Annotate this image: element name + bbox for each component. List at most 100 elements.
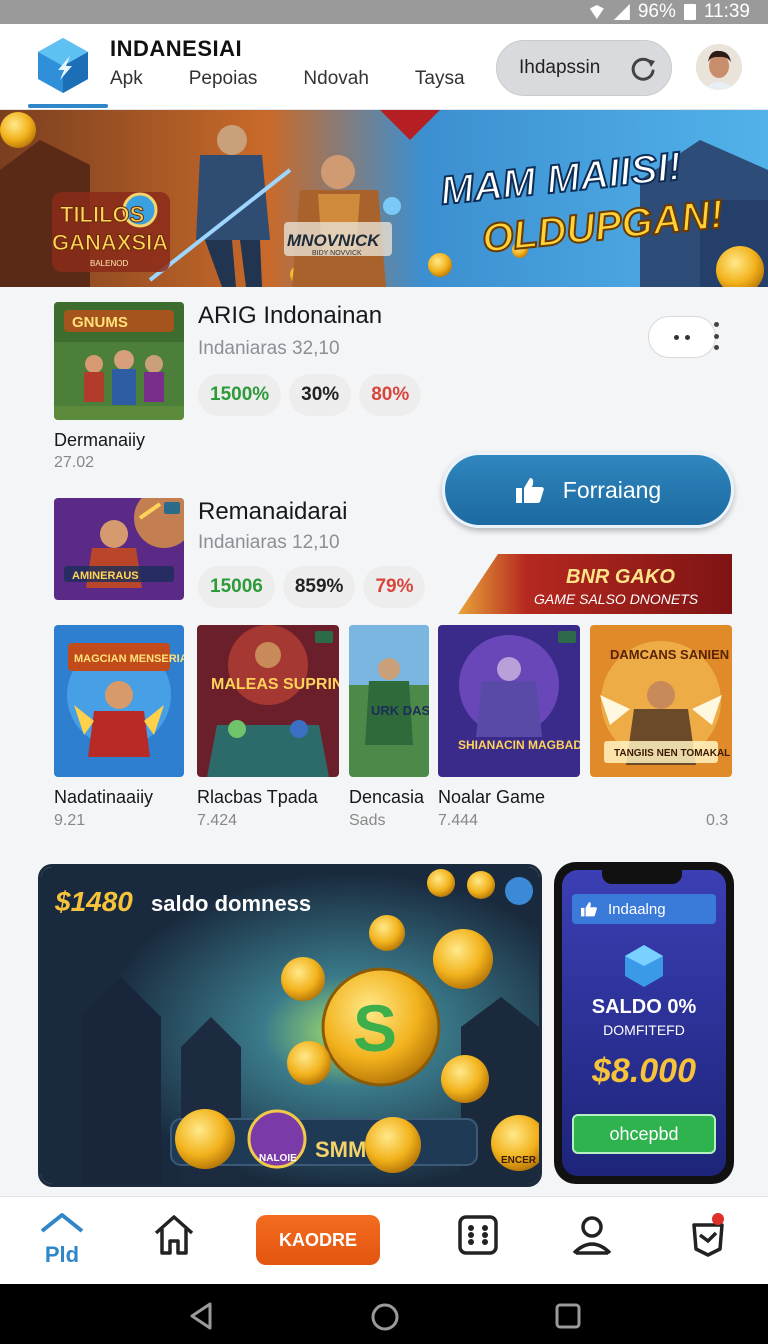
avatar[interactable] xyxy=(696,44,742,90)
game-count: 27.02 xyxy=(54,454,95,471)
phone-amount: $8.000 xyxy=(592,1052,696,1090)
game-label: Dermanaiiy xyxy=(54,430,146,450)
game-card-art: DAMCANS SANIEN TANGIIS NEN TOMAKAL xyxy=(590,625,732,777)
game-card-art: SHIANACIN MAGBADBANINT xyxy=(438,625,628,777)
svg-text:TANGIIS NEN TOMAKAL: TANGIIS NEN TOMAKAL xyxy=(614,748,730,759)
nav-cta-button[interactable]: KAODRE xyxy=(256,1215,380,1265)
phone-line-1: SALDO 0% xyxy=(591,996,697,1018)
list-item[interactable]: GNUMS ARIG Indonainan Indaniaras 32,10 1… xyxy=(54,302,474,472)
game-card-title[interactable]: Noalar Game xyxy=(438,787,545,808)
hero-banner-art: TILILOS GANAXSIA BALENOD MNOVNICK BIDY N… xyxy=(0,110,768,287)
game-card[interactable]: MAGCIAN MENSERIA Nadatinaaiiy 9.21 xyxy=(54,625,188,829)
game-grid: MAGCIAN MENSERIA Nadatinaaiiy 9.21 MALEA… xyxy=(54,625,734,835)
battery-percent: 96% xyxy=(637,1,676,22)
svg-text:AMINERAUS: AMINERAUS xyxy=(72,570,139,582)
phone-action-button[interactable]: ohcepbd xyxy=(572,1114,716,1154)
refresh-icon[interactable] xyxy=(629,55,657,83)
phone-line-2: DOMFITEFD xyxy=(603,1022,685,1038)
tab-ndovah[interactable]: Ndovah xyxy=(303,68,369,90)
stat-badge: 30% xyxy=(289,374,352,416)
stat-badge: 15006 xyxy=(198,566,275,608)
game-card-count: 0.3 xyxy=(706,812,729,829)
game-card[interactable]: MALEAS SUPRINNT Rlacbas Tpada 7.424 xyxy=(197,625,365,829)
top-tabs: Apk Pepoias Ndovah Taysa xyxy=(110,68,511,90)
phone-chip[interactable]: Indaalng xyxy=(572,894,716,924)
bag-icon[interactable] xyxy=(684,1211,732,1259)
game-card-title[interactable]: Rlacbas Tpada xyxy=(197,787,318,808)
bonus-badge-left: NALOIE xyxy=(259,1153,297,1164)
thumbs-up-icon xyxy=(581,902,597,917)
stat-badge: 859% xyxy=(282,566,356,608)
tab-apk[interactable]: Apk xyxy=(110,68,143,90)
thumbs-up-icon xyxy=(515,478,544,503)
apps-grid-icon[interactable] xyxy=(454,1211,502,1259)
kebab-menu-icon[interactable] xyxy=(714,322,720,350)
game-card-count: Sads xyxy=(349,812,386,829)
stat-badge: 1500% xyxy=(198,374,282,416)
banner-center-logo: MNOVNICK xyxy=(287,231,381,250)
game-card[interactable]: URK DASI Dencasia Sads xyxy=(349,625,434,829)
search-label: Ihdapssin xyxy=(519,57,601,78)
game-card-art: MAGCIAN MENSERIA xyxy=(54,625,188,777)
battery-icon xyxy=(683,4,696,20)
app-header: INDANESIAI Apk Pepoias Ndovah Taysa Ihda… xyxy=(0,24,768,110)
wifi-icon xyxy=(588,5,606,19)
svg-text:GNUMS: GNUMS xyxy=(72,314,128,331)
nav-home-label: Pld xyxy=(44,1242,80,1267)
app-logo-icon[interactable] xyxy=(36,36,90,94)
svg-text:S: S xyxy=(353,991,397,1065)
svg-text:SHIANACIN MAGBADBANINT: SHIANACIN MAGBADBANINT xyxy=(458,738,580,752)
tab-pepoias[interactable]: Pepoias xyxy=(189,68,258,90)
list-item[interactable]: AMINERAUS Remanaidarai Indaniaras 12,10 … xyxy=(54,498,474,608)
game-card-title[interactable]: Nadatinaaiiy xyxy=(54,787,153,808)
game-title[interactable]: Remanaidarai xyxy=(198,498,347,526)
dot-icon xyxy=(685,334,690,340)
roof-icon xyxy=(40,1213,84,1233)
profile-icon[interactable] xyxy=(568,1211,616,1259)
bonus-text: saldo domness xyxy=(151,891,311,916)
promo-tag[interactable]: BNR GAKO GAME SALSO DNONETS xyxy=(458,554,732,614)
more-options-button[interactable] xyxy=(648,316,716,358)
game-card[interactable]: DAMCANS SANIEN TANGIIS NEN TOMAKAL 0.3 xyxy=(590,625,732,829)
game-subtitle: Indaniaras 12,10 xyxy=(198,532,340,553)
game-thumbnail[interactable]: GNUMS xyxy=(54,302,184,420)
game-card-art: MALEAS SUPRINNT xyxy=(197,625,365,777)
svg-text:MALEAS SUPRINNT: MALEAS SUPRINNT xyxy=(211,676,339,693)
dot-icon xyxy=(674,334,679,340)
svg-text:URK DASI: URK DASI xyxy=(371,703,429,718)
back-icon[interactable] xyxy=(188,1302,214,1330)
promo-tag-title: BNR GAKO xyxy=(566,566,675,588)
game-title[interactable]: ARIG Indonainan xyxy=(198,302,382,330)
search-button[interactable]: Ihdapssin xyxy=(496,40,672,96)
game-card[interactable]: SHIANACIN MAGBADBANINT Noalar Game 7.444 xyxy=(438,625,628,829)
bonus-amount: $1480 xyxy=(54,886,133,917)
game-card-count: 7.444 xyxy=(438,812,479,829)
active-tab-indicator xyxy=(28,104,108,108)
game-thumbnail[interactable]: AMINERAUS xyxy=(54,498,184,600)
follow-button[interactable]: Forraiang xyxy=(442,452,734,528)
svg-text:GANAXSIA: GANAXSIA xyxy=(52,230,168,255)
game-card-count: 7.424 xyxy=(197,812,238,829)
app-screen: 96% 11:39 INDANESIAI Apk Pepoias Ndovah … xyxy=(0,0,768,1344)
hero-banner[interactable]: TILILOS GANAXSIA BALENOD MNOVNICK BIDY N… xyxy=(0,110,768,287)
bonus-badge-right: ENCER xyxy=(501,1155,537,1166)
game-card-count: 9.21 xyxy=(54,812,86,829)
phone-screen: Indaalng SALDO 0% DOMFITEFD $8.000 ohcep… xyxy=(562,870,726,1176)
status-bar: 96% 11:39 xyxy=(0,0,768,24)
tab-taysa[interactable]: Taysa xyxy=(415,68,465,90)
home-circle-icon[interactable] xyxy=(370,1302,400,1332)
nav-home-tab[interactable]: Pld xyxy=(38,1211,86,1267)
home-icon[interactable] xyxy=(150,1211,198,1259)
game-card-title[interactable]: Dencasia xyxy=(349,787,424,808)
stat-badge: 79% xyxy=(363,566,426,608)
game-stats: 1500% 30% 80% xyxy=(198,374,422,416)
bonus-promo-card[interactable]: S SMM NALOIE ENCER $1480 saldo domness xyxy=(38,864,542,1187)
signal-icon xyxy=(613,4,630,20)
bonus-promo-art: S SMM NALOIE ENCER $1480 saldo domness xyxy=(41,867,539,1184)
recents-icon[interactable] xyxy=(554,1302,582,1330)
follow-button-label: Forraiang xyxy=(562,476,662,503)
banner-left-logo-small: BALENOD xyxy=(90,259,128,268)
phone-promo-card[interactable]: Indaalng SALDO 0% DOMFITEFD $8.000 ohcep… xyxy=(554,862,734,1184)
svg-text:MAGCIAN MENSERIA: MAGCIAN MENSERIA xyxy=(74,653,184,665)
banner-left-logo: TILILOS xyxy=(60,202,144,227)
